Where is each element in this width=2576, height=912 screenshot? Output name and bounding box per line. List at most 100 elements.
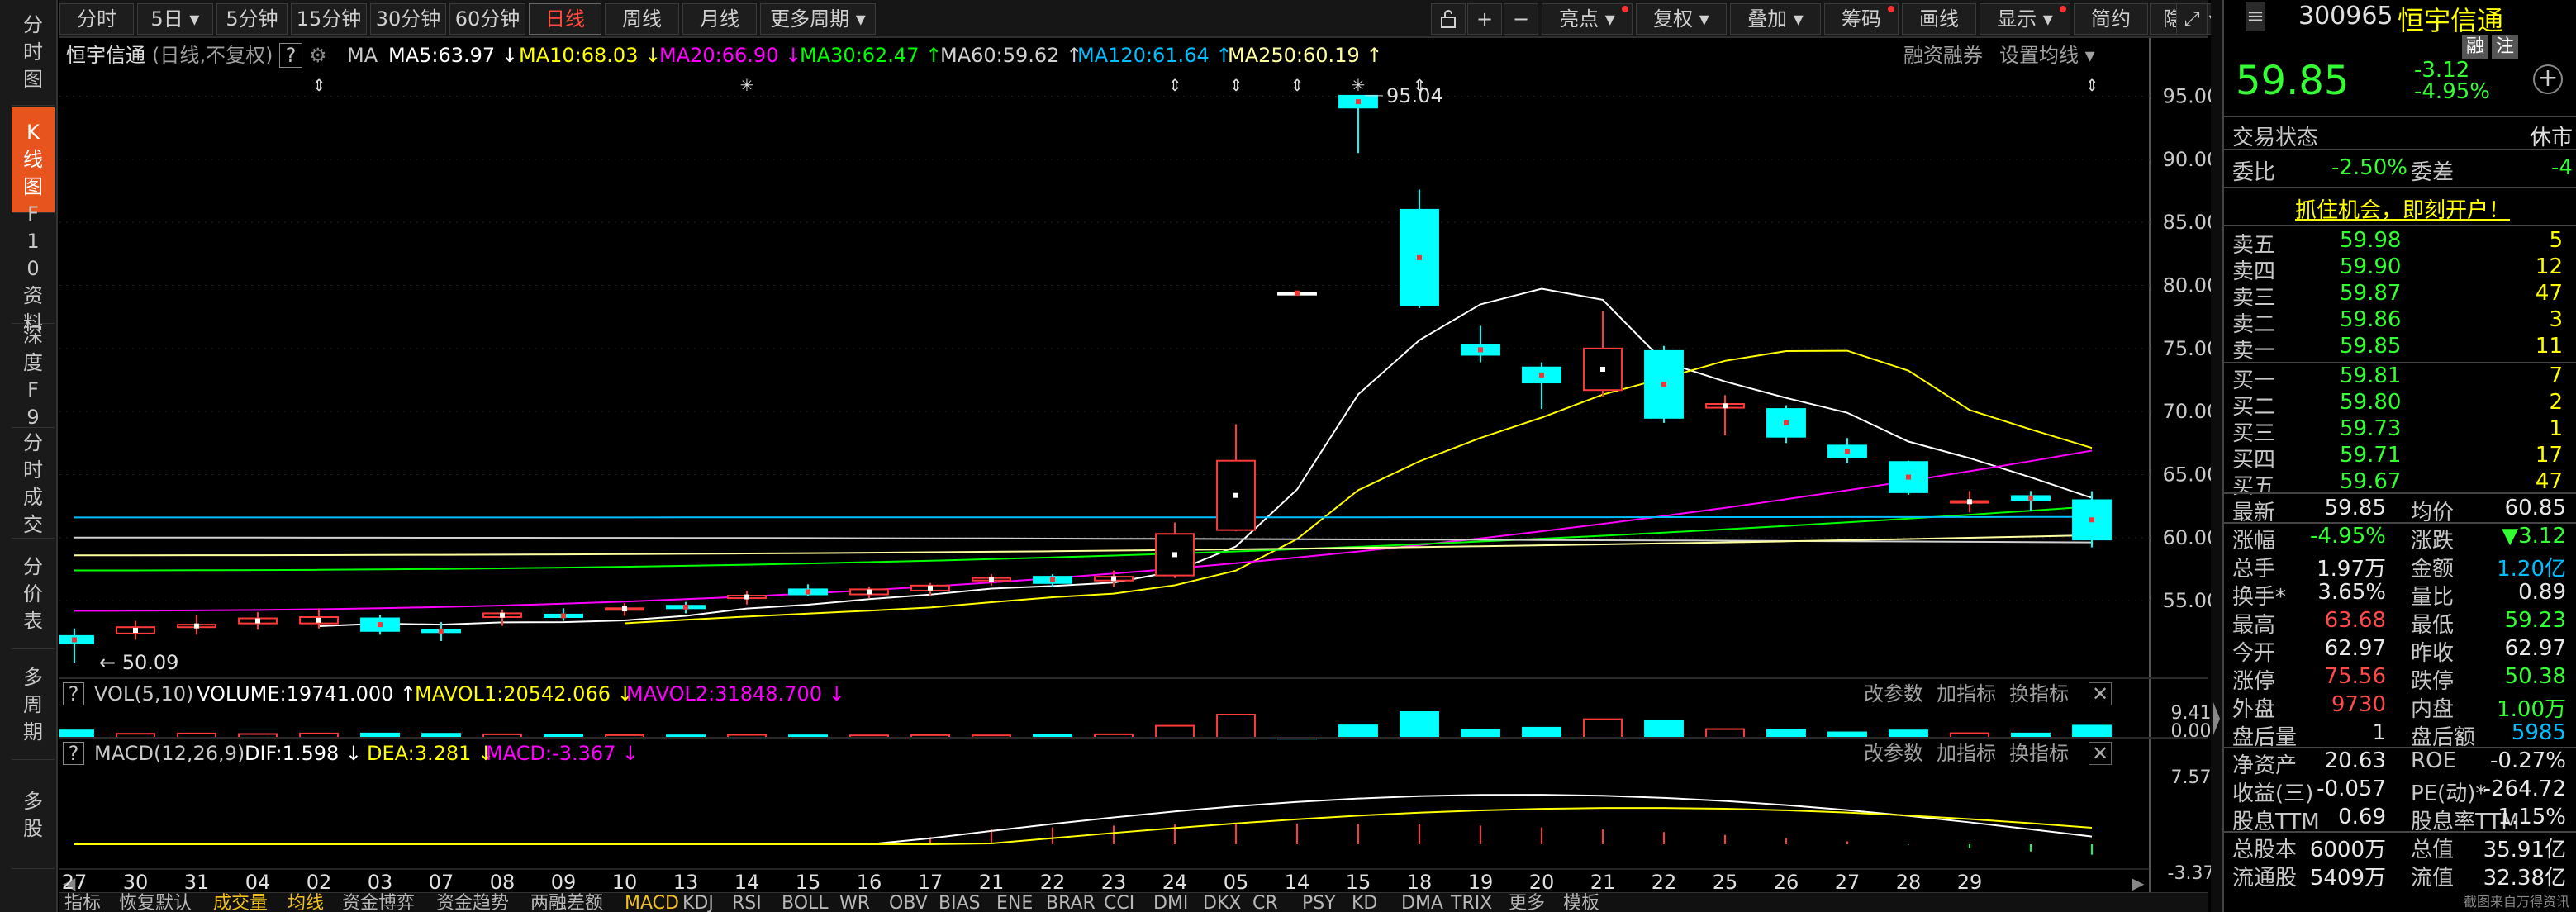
period-daily[interactable]: 日线 xyxy=(529,3,601,35)
indicator-tab[interactable]: RSI xyxy=(732,895,762,912)
indicator-tab[interactable]: CCI xyxy=(1104,895,1134,912)
ask-price[interactable]: 59.90 xyxy=(2340,254,2401,279)
indicator-tab[interactable]: 模板 xyxy=(1563,895,1599,912)
candle-dot xyxy=(1661,382,1666,387)
tool-display[interactable]: 显示 ▾ xyxy=(1980,3,2070,35)
nav-price-table[interactable]: 分价表 xyxy=(12,540,55,649)
nav-kline[interactable]: K线图 xyxy=(12,107,55,213)
indicator-tab[interactable]: 两融差额 xyxy=(530,895,603,912)
lock-icon[interactable] xyxy=(1431,3,1466,35)
open-account-link[interactable]: 抓住机会，即刻开户！ xyxy=(2295,193,2510,224)
macd-add-indicator[interactable]: 加指标 xyxy=(1937,739,1996,768)
zoom-out-icon[interactable]: − xyxy=(1504,3,1538,35)
tool-simple[interactable]: 简约 xyxy=(2074,3,2148,35)
macd-swap-indicator[interactable]: 换指标 xyxy=(2009,739,2069,768)
date-tick: 27 xyxy=(1835,871,1861,892)
indicator-tab[interactable]: TRIX xyxy=(1451,895,1492,912)
dif-line xyxy=(74,794,2093,845)
period-more[interactable]: 更多周期 ▾ xyxy=(760,3,876,35)
vol-close-icon[interactable]: ✕ xyxy=(2089,682,2112,705)
candle-dot xyxy=(1967,499,1972,505)
stat-value: 63.68 xyxy=(2324,608,2386,633)
indicator-tab[interactable]: 资金趋势 xyxy=(436,895,509,912)
price-tick: 55.00 xyxy=(2163,589,2211,612)
indicator-tab[interactable]: 更多 xyxy=(1509,895,1545,912)
tool-adjust[interactable]: 复权 ▾ xyxy=(1636,3,1727,35)
period-60min[interactable]: 60分钟 xyxy=(449,3,525,35)
event-marker-icon: ⇕ xyxy=(1413,75,1427,95)
macd-change-param[interactable]: 改参数 xyxy=(1864,739,1923,768)
bid-price[interactable]: 59.81 xyxy=(2340,363,2401,388)
period-weekly[interactable]: 周线 xyxy=(605,3,679,35)
ask-price[interactable]: 59.85 xyxy=(2340,334,2401,359)
period-monthly[interactable]: 月线 xyxy=(682,3,757,35)
tool-highlight[interactable]: 亮点 ▾ xyxy=(1542,3,1633,35)
macd-close-icon[interactable]: ✕ xyxy=(2089,742,2112,765)
indicator-tab[interactable]: OBV xyxy=(889,895,928,912)
indicator-tab[interactable]: 成交量 xyxy=(213,895,268,912)
tool-draw[interactable]: 画线 xyxy=(1902,3,1976,35)
panel-splitter[interactable] xyxy=(2211,0,2222,912)
price-tick: 90.00 xyxy=(2163,148,2211,171)
indicator-tab[interactable]: MACD xyxy=(625,895,679,912)
ask-price[interactable]: 59.87 xyxy=(2340,281,2401,306)
ask-qty: 11 xyxy=(2535,334,2563,359)
wb-label: 委比 xyxy=(2232,160,2276,185)
dif-value: DIF:1.598 ↓ xyxy=(245,742,363,765)
vol-change-param[interactable]: 改参数 xyxy=(1864,679,1923,709)
bid-price[interactable]: 59.80 xyxy=(2340,390,2401,415)
nav-trades[interactable]: 分时成交 xyxy=(12,430,55,539)
period-30min[interactable]: 30分钟 xyxy=(370,3,446,35)
stat-value: 0.69 xyxy=(2338,805,2386,829)
indicator-tab[interactable]: KDJ xyxy=(682,895,714,912)
vol-help-button[interactable]: ? xyxy=(63,682,84,705)
mavol2-value: MAVOL2:31848.700 ↓ xyxy=(626,682,845,705)
bid-price[interactable]: 59.71 xyxy=(2340,443,2401,468)
nav-f10[interactable]: F10资料 xyxy=(12,202,55,335)
stat-label: 量比 xyxy=(2411,585,2455,610)
nav-multi-period[interactable]: 多周期 xyxy=(12,651,55,760)
indicator-tab[interactable]: BIAS xyxy=(939,895,981,912)
stat-value: -0.057 xyxy=(2317,777,2386,801)
indicator-tab[interactable]: WR xyxy=(839,895,870,912)
period-15min[interactable]: 15分钟 xyxy=(291,3,367,35)
ask-qty: 5 xyxy=(2549,228,2563,253)
nav-fenshi[interactable]: 分时图 xyxy=(12,0,55,106)
bid-price[interactable]: 59.67 xyxy=(2340,469,2401,494)
indicator-tab[interactable]: BRAR xyxy=(1046,895,1096,912)
macd-value: MACD:-3.367 ↓ xyxy=(486,742,639,765)
bid-price[interactable]: 59.73 xyxy=(2340,416,2401,441)
indicator-tab[interactable]: 恢复默认 xyxy=(119,895,192,912)
indicator-tab[interactable]: 指标 xyxy=(64,895,101,912)
indicator-tab[interactable]: 资金博弈 xyxy=(342,895,415,912)
indicator-tab[interactable]: DMA xyxy=(1401,895,1443,912)
candle-dot xyxy=(439,628,444,634)
indicator-tab[interactable]: 均线 xyxy=(288,895,324,912)
period-5min[interactable]: 5分钟 xyxy=(216,3,288,35)
indicator-tab[interactable]: BOLL xyxy=(782,895,829,912)
ask-price[interactable]: 59.86 xyxy=(2340,307,2401,332)
indicator-tab[interactable]: ENE xyxy=(996,895,1033,912)
vol-swap-indicator[interactable]: 换指标 xyxy=(2009,679,2069,709)
fullscreen-icon[interactable]: ⤢ xyxy=(2176,3,2208,35)
stat-label: 昨收 xyxy=(2411,641,2455,666)
add-watchlist-icon[interactable]: + xyxy=(2533,64,2563,94)
nav-depth[interactable]: 深度F9 xyxy=(12,324,55,429)
zoom-in-icon[interactable]: + xyxy=(1467,3,1502,35)
indicator-tab[interactable]: DKX xyxy=(1203,895,1241,912)
tool-overlay[interactable]: 叠加 ▾ xyxy=(1730,3,1821,35)
nav-multi-stock[interactable]: 多股 xyxy=(12,762,55,869)
indicator-tab[interactable]: KD xyxy=(1352,895,1377,912)
period-5day[interactable]: 5日 ▾ xyxy=(137,3,213,35)
candle-dot xyxy=(744,594,749,600)
indicator-tab[interactable]: CR xyxy=(1252,895,1278,912)
stat-label: 涨跌 xyxy=(2411,529,2455,553)
indicator-tab[interactable]: DMI xyxy=(1153,895,1188,912)
ask-price[interactable]: 59.98 xyxy=(2340,228,2401,253)
indicator-tab[interactable]: PSY xyxy=(1302,895,1336,912)
macd-help-button[interactable]: ? xyxy=(63,742,84,765)
vol-add-indicator[interactable]: 加指标 xyxy=(1937,679,1996,709)
tool-chips[interactable]: 筹码 xyxy=(1824,3,1899,35)
menu-icon[interactable]: ≡ xyxy=(2246,2,2265,31)
period-fenshi[interactable]: 分时 xyxy=(59,3,134,35)
